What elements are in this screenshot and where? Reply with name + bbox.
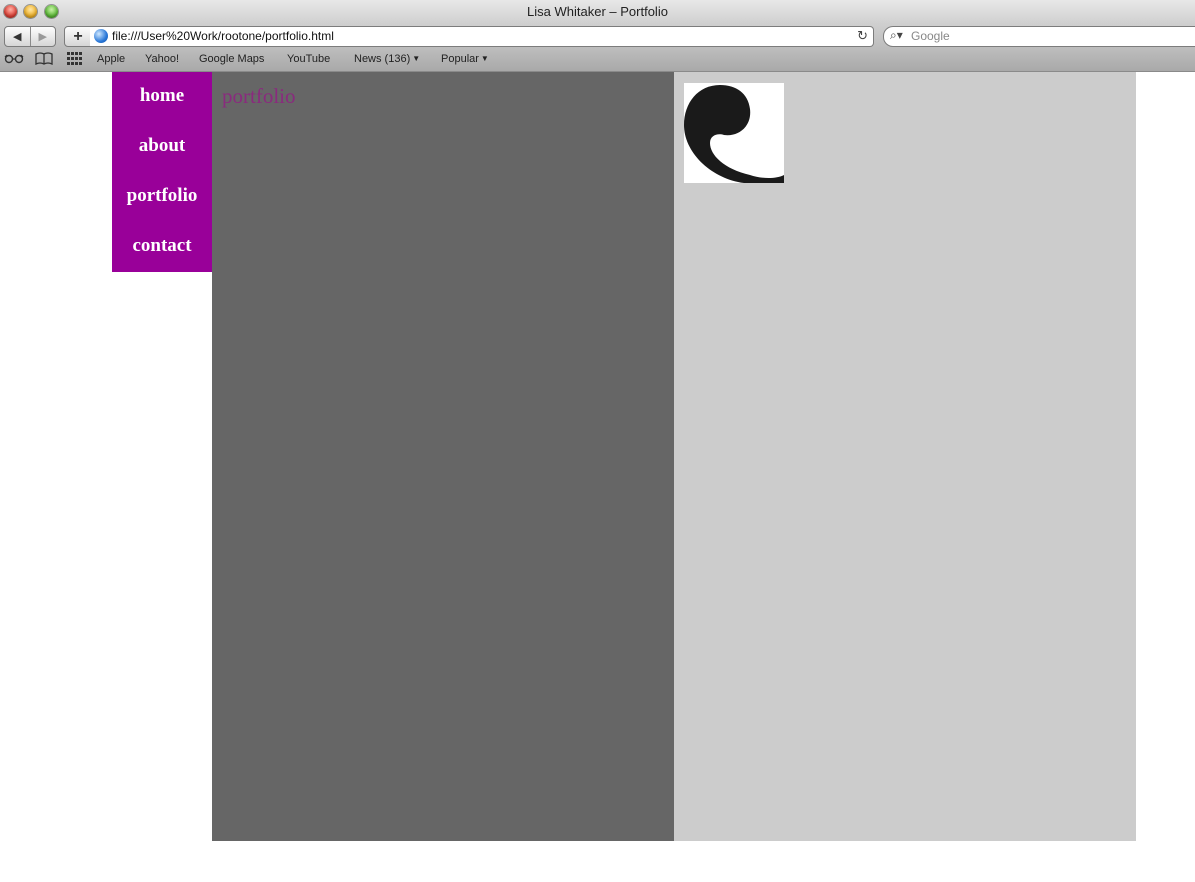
browser-toolbar: ◀ ▶ + file:///User%20Work/rootone/portfo… [0,24,1195,48]
address-text[interactable]: file:///User%20Work/rootone/portfolio.ht… [112,29,334,43]
right-content-column [674,72,1136,841]
forward-arrow-icon: ▶ [38,31,47,43]
top-sites-grid-icon[interactable] [67,52,82,68]
window-title: Lisa Whitaker – Portfolio [527,4,668,19]
bookmark-apple[interactable]: Apple [97,53,125,65]
bookmark-youtube[interactable]: YouTube [287,53,330,65]
search-field[interactable]: ⌕▾ Google [883,26,1195,47]
dropdown-arrow-icon: ▼ [480,54,489,63]
nav-link-about[interactable]: about [112,122,212,172]
dropdown-arrow-icon: ▼ [412,54,421,63]
reload-icon: ↻ [857,28,868,43]
portfolio-thumbnail[interactable] [684,83,784,183]
add-bookmark-button[interactable]: + [64,26,92,47]
nav-link-contact[interactable]: contact [112,222,212,272]
bookmark-google-maps[interactable]: Google Maps [199,53,264,65]
back-button[interactable]: ◀ [5,27,30,46]
bookmark-yahoo[interactable]: Yahoo! [145,53,179,65]
bookmarks-bar: Apple Yahoo! Google Maps YouTube News (1… [0,48,1195,72]
bookmark-news-menu[interactable]: News (136) ▼ [354,53,420,65]
address-bar[interactable]: file:///User%20Work/rootone/portfolio.ht… [90,26,874,47]
site-nav: home about portfolio contact [112,72,212,272]
nav-link-portfolio[interactable]: portfolio [112,172,212,222]
web-page: home about portfolio contact portfolio [0,72,1195,882]
left-content-column: portfolio [212,72,674,841]
search-icon[interactable]: ⌕▾ [890,28,903,43]
page-title: portfolio [222,84,296,108]
search-placeholder: Google [911,29,950,43]
reading-glasses-icon[interactable] [4,52,24,67]
history-nav-group: ◀ ▶ [4,26,56,47]
back-arrow-icon: ◀ [13,31,22,43]
book-icon[interactable] [35,52,53,68]
globe-icon [94,29,108,43]
bookmark-popular-menu[interactable]: Popular ▼ [441,53,489,65]
nav-link-home[interactable]: home [112,72,212,122]
comma-shape-image [684,85,784,183]
reload-button[interactable]: ↻ [857,28,868,44]
forward-button[interactable]: ▶ [29,27,56,46]
add-bookmark-icon: + [73,27,83,45]
window-titlebar: Lisa Whitaker – Portfolio [0,0,1195,25]
